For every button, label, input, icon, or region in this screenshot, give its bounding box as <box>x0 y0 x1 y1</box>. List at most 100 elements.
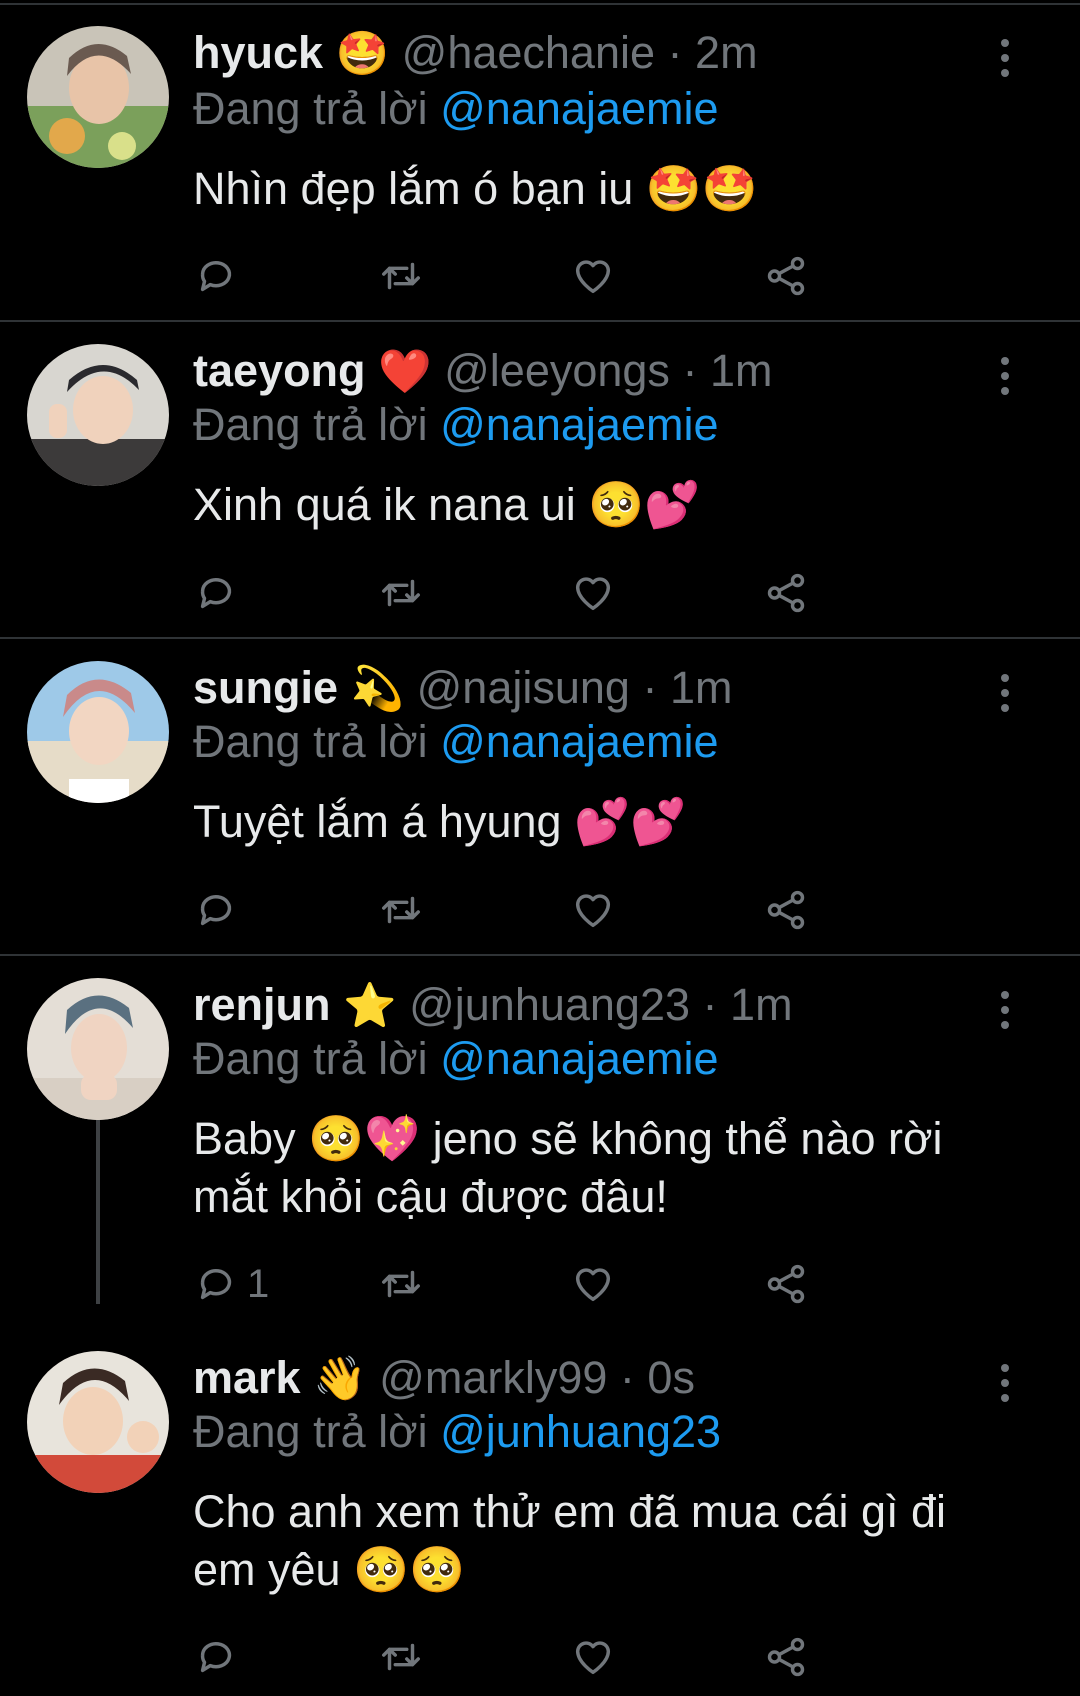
tweet-header: taeyong ❤️ @leeyongs · 1m <box>193 344 772 399</box>
retweet-button[interactable] <box>378 1629 424 1685</box>
retweet-button[interactable] <box>378 882 424 938</box>
reply-icon <box>200 1642 232 1673</box>
name-emoji: ⭐ <box>343 981 397 1031</box>
avatar[interactable] <box>27 344 169 486</box>
thread-connector <box>96 1120 100 1304</box>
handle[interactable]: @junhuang23 <box>409 979 690 1030</box>
reply-button[interactable] <box>193 1629 247 1685</box>
like-button[interactable] <box>570 565 616 621</box>
replying-to: Đang trả lời @nanajaemie <box>193 82 718 136</box>
share-button[interactable] <box>763 1629 809 1685</box>
share-button[interactable] <box>763 248 809 304</box>
mention-link[interactable]: @junhuang23 <box>440 1406 721 1457</box>
handle[interactable]: @leeyongs <box>444 345 670 396</box>
handle[interactable]: @haechanie <box>402 27 655 78</box>
dot-separator: · <box>642 662 658 713</box>
action-bar <box>193 565 893 621</box>
like-button[interactable] <box>570 248 616 304</box>
share-icon <box>767 1637 805 1677</box>
timestamp[interactable]: 0s <box>647 1352 695 1403</box>
reply-icon <box>200 895 232 926</box>
action-bar <box>193 248 893 304</box>
replying-to: Đang trả lời @nanajaemie <box>193 715 718 769</box>
share-icon <box>767 573 805 613</box>
action-bar: 1 <box>193 1256 893 1312</box>
heart-icon <box>575 894 611 928</box>
name-emoji: ❤️ <box>378 347 432 397</box>
display-name[interactable]: taeyong <box>193 345 366 396</box>
display-name[interactable]: renjun <box>193 979 331 1030</box>
mention-link[interactable]: @nanajaemie <box>440 399 718 450</box>
replying-to-label: Đang trả lời <box>193 716 428 767</box>
share-icon <box>767 1264 805 1304</box>
reply-button[interactable] <box>193 248 247 304</box>
mention-link[interactable]: @nanajaemie <box>440 716 718 767</box>
divider <box>0 320 1080 322</box>
avatar[interactable] <box>27 26 169 168</box>
tweet-text: Nhìn đẹp lắm ó bạn iu 🤩🤩 <box>193 163 758 214</box>
share-button[interactable] <box>763 1256 809 1312</box>
more-vertical-icon[interactable] <box>990 671 1020 715</box>
name-emoji: 🤩 <box>335 29 390 79</box>
reply-button[interactable] <box>193 565 247 621</box>
heart-icon <box>575 1268 611 1302</box>
action-bar <box>193 1629 893 1685</box>
display-name[interactable]: mark <box>193 1352 301 1403</box>
share-button[interactable] <box>763 565 809 621</box>
more-vertical-icon[interactable] <box>990 988 1020 1032</box>
name-emoji: 👋 <box>313 1354 367 1404</box>
avatar[interactable] <box>27 661 169 803</box>
retweet-icon <box>382 579 420 607</box>
display-name[interactable]: sungie <box>193 662 338 713</box>
more-vertical-icon[interactable] <box>990 36 1020 80</box>
mention-link[interactable]: @nanajaemie <box>440 83 718 134</box>
reply-icon <box>200 1269 232 1300</box>
timestamp[interactable]: 2m <box>695 27 758 78</box>
reply-icon <box>200 578 232 609</box>
tweet-text: Baby 🥺💖 jeno sẽ không thể nào rời mắt kh… <box>193 1113 943 1222</box>
handle[interactable]: @markly99 <box>379 1352 607 1403</box>
dot-separator: · <box>682 345 698 396</box>
divider <box>0 637 1080 639</box>
heart-icon <box>575 577 611 611</box>
tweet-header: sungie 💫 @najisung · 1m <box>193 661 732 716</box>
like-button[interactable] <box>570 1629 616 1685</box>
retweet-icon <box>382 1270 420 1298</box>
tweet-text: Tuyệt lắm á hyung 💕💕 <box>193 796 687 847</box>
share-button[interactable] <box>763 882 809 938</box>
dot-separator: · <box>702 979 718 1030</box>
avatar[interactable] <box>27 978 169 1120</box>
tweet-header: mark 👋 @markly99 · 0s <box>193 1351 695 1406</box>
more-vertical-icon[interactable] <box>990 354 1020 398</box>
more-vertical-icon[interactable] <box>990 1361 1020 1405</box>
avatar[interactable] <box>27 1351 169 1493</box>
retweet-button[interactable] <box>378 565 424 621</box>
replying-to-label: Đang trả lời <box>193 399 428 450</box>
retweet-icon <box>382 262 420 290</box>
timestamp[interactable]: 1m <box>730 979 793 1030</box>
display-name[interactable]: hyuck <box>193 27 323 78</box>
retweet-icon <box>382 1643 420 1671</box>
handle[interactable]: @najisung <box>417 662 630 713</box>
tweet-header: hyuck 🤩 @haechanie · 2m <box>193 26 758 81</box>
reply-button[interactable] <box>193 882 247 938</box>
mention-link[interactable]: @nanajaemie <box>440 1033 718 1084</box>
replying-to-label: Đang trả lời <box>193 1033 428 1084</box>
share-icon <box>767 256 805 296</box>
retweet-button[interactable] <box>378 1256 424 1312</box>
tweet-text: Cho anh xem thử em đã mua cái gì đi em y… <box>193 1486 947 1595</box>
timestamp[interactable]: 1m <box>670 662 733 713</box>
divider <box>0 954 1080 956</box>
like-button[interactable] <box>570 882 616 938</box>
retweet-icon <box>382 896 420 924</box>
tweet-text: Xinh quá ik nana ui 🥺💕 <box>193 479 701 530</box>
replying-to-label: Đang trả lời <box>193 1406 428 1457</box>
replying-to: Đang trả lời @nanajaemie <box>193 1032 718 1086</box>
retweet-button[interactable] <box>378 248 424 304</box>
tweet-header: renjun ⭐ @junhuang23 · 1m <box>193 978 793 1033</box>
reply-button[interactable]: 1 <box>193 1256 269 1312</box>
timestamp[interactable]: 1m <box>710 345 773 396</box>
name-emoji: 💫 <box>350 664 405 714</box>
like-button[interactable] <box>570 1256 616 1312</box>
dot-separator: · <box>619 1352 635 1403</box>
